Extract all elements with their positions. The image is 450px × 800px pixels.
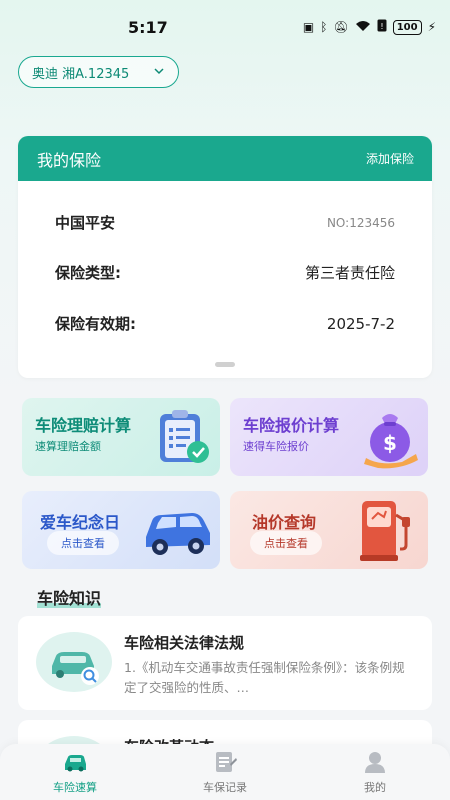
insurance-validity-value: 2025-7-2 bbox=[326, 314, 395, 333]
nav-tab-records[interactable]: 车保记录 bbox=[180, 750, 270, 795]
tile-title: 车险报价计算 bbox=[243, 416, 340, 435]
my-insurance-card: 我的保险 添加保险 中国平安 NO:123456 保险类型: 第三者责任险 保险… bbox=[18, 136, 432, 378]
car-icon bbox=[65, 755, 86, 772]
section-title-knowledge: 车险知识 bbox=[37, 585, 102, 609]
knowledge-desc: 1.《机动车交通事故责任强制保险条例》：该条例规定了交强险的性质、… bbox=[124, 660, 405, 695]
knowledge-title: 车险相关法律法规 bbox=[124, 634, 245, 652]
insurance-company: 中国平安 bbox=[55, 214, 116, 232]
nav-tab-quick-calc[interactable]: 车险速算 bbox=[30, 750, 120, 795]
bottom-nav: 车险速算 车保记录 我的 bbox=[0, 744, 450, 800]
money-bag-icon: $ bbox=[364, 414, 418, 469]
policy-number: NO:123456 bbox=[326, 215, 395, 230]
record-icon bbox=[216, 752, 237, 772]
nfc-icon: ▣ bbox=[302, 20, 315, 34]
tile-title: 车险理赔计算 bbox=[35, 416, 132, 435]
view-button[interactable]: 点击查看 bbox=[250, 531, 322, 555]
nav-label: 车保记录 bbox=[203, 781, 247, 794]
carousel-indicator[interactable] bbox=[215, 362, 235, 367]
bluetooth-icon: ᛒ bbox=[320, 20, 328, 34]
insurance-type-row: 保险类型: 第三者责任险 bbox=[55, 262, 395, 283]
tile-title: 爱车纪念日 bbox=[40, 513, 121, 532]
user-icon bbox=[365, 752, 385, 773]
sim-icon: ! bbox=[377, 19, 387, 35]
car-selector[interactable]: 奥迪 湘A.12345 bbox=[18, 56, 179, 88]
car-search-icon bbox=[36, 632, 112, 692]
battery-icon: 100 bbox=[392, 19, 422, 35]
tile-title: 油价查询 bbox=[252, 513, 317, 532]
status-time: 5:17 bbox=[128, 18, 168, 37]
fuel-price-tile[interactable]: 油价查询 点击查看 bbox=[230, 491, 428, 569]
claim-calculator-tile[interactable]: 车险理赔计算 速算理赔金额 bbox=[22, 398, 220, 476]
wifi-icon bbox=[355, 20, 371, 35]
blue-car-icon bbox=[146, 513, 210, 555]
insurance-type-value: 第三者责任险 bbox=[304, 264, 395, 282]
add-insurance-button[interactable]: 添加保险 bbox=[366, 150, 414, 167]
insurance-card-header: 我的保险 添加保险 bbox=[18, 136, 432, 181]
nav-label: 我的 bbox=[364, 781, 386, 794]
section-title-text: 车险知识 bbox=[37, 589, 102, 608]
quote-calculator-tile[interactable]: 车险报价计算 速得车险报价 $ bbox=[230, 398, 428, 476]
clipboard-check-icon bbox=[160, 410, 209, 463]
insurance-company-row: 中国平安 NO:123456 bbox=[55, 212, 395, 233]
tile-subtitle: 速算理赔金额 bbox=[35, 440, 101, 453]
charging-icon: ⚡︎ bbox=[427, 20, 436, 34]
insurance-card-title: 我的保险 bbox=[37, 150, 102, 170]
mute-icon: 🔕︎ bbox=[333, 20, 349, 34]
svg-text:$: $ bbox=[383, 431, 397, 455]
knowledge-card[interactable]: 车险相关法律法规 1.《机动车交通事故责任强制保险条例》：该条例规定了交强险的性… bbox=[18, 616, 432, 710]
tile-subtitle: 速得车险报价 bbox=[243, 440, 309, 453]
car-anniversary-tile[interactable]: 爱车纪念日 点击查看 bbox=[22, 491, 220, 569]
status-bar: 5:17 ▣ ᛒ 🔕︎ ! 100 ⚡︎ bbox=[0, 0, 450, 54]
insurance-validity-row: 保险有效期: 2025-7-2 bbox=[55, 313, 395, 334]
nav-tab-mine[interactable]: 我的 bbox=[330, 750, 420, 795]
chevron-down-icon bbox=[154, 68, 164, 75]
nav-label: 车险速算 bbox=[53, 781, 97, 794]
insurance-type-label: 保险类型: bbox=[55, 264, 121, 282]
view-button[interactable]: 点击查看 bbox=[47, 531, 119, 555]
status-icons: ▣ ᛒ 🔕︎ ! 100 ⚡︎ bbox=[303, 19, 436, 35]
fuel-pump-icon bbox=[360, 501, 410, 561]
car-selector-value: 奥迪 湘A.12345 bbox=[32, 66, 130, 82]
insurance-validity-label: 保险有效期: bbox=[55, 315, 136, 333]
svg-text:!: ! bbox=[380, 22, 383, 31]
